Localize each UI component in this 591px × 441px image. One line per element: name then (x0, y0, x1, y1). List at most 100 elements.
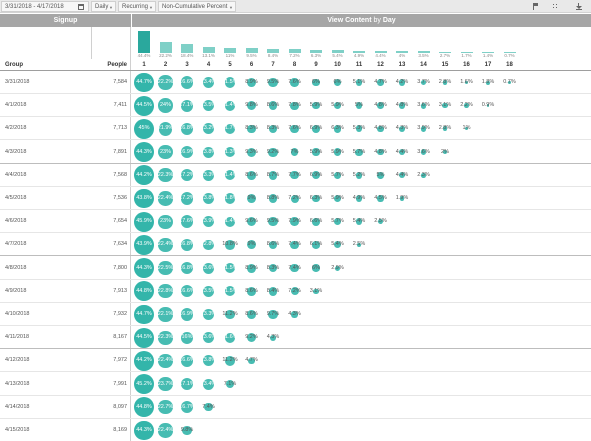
value-cell[interactable]: 5.3% (349, 117, 369, 140)
value-cell[interactable]: 5% (349, 94, 369, 117)
value-cell[interactable]: 9.3% (242, 141, 262, 164)
value-cell[interactable]: 1% (457, 117, 477, 140)
value-cell[interactable]: 11.6% (220, 326, 240, 349)
value-cell[interactable]: 22.7% (156, 396, 176, 419)
value-cell[interactable]: 8.9% (242, 257, 262, 280)
value-cell[interactable]: 16.8% (177, 233, 197, 256)
day-column-header[interactable]: 3 (181, 61, 193, 70)
value-cell[interactable]: 1.6% (457, 71, 477, 94)
value-cell[interactable]: 9.5% (263, 71, 283, 94)
value-cell[interactable]: 13.6% (199, 326, 219, 349)
value-cell[interactable]: 9.8% (242, 94, 262, 117)
value-cell[interactable]: 44.8% (134, 280, 154, 303)
value-cell[interactable]: 5.9% (328, 141, 348, 164)
value-cell[interactable]: 22.4% (156, 187, 176, 210)
value-cell[interactable]: 0.9% (478, 94, 498, 117)
day-column-header[interactable]: 10 (332, 61, 344, 70)
value-cell[interactable]: 8.3% (263, 117, 283, 140)
value-cell[interactable]: 9.2% (242, 326, 262, 349)
value-cell[interactable]: 6.9% (306, 164, 326, 187)
value-cell[interactable]: 4.8% (392, 94, 412, 117)
value-cell[interactable]: 5.4% (328, 233, 348, 256)
value-cell[interactable]: 23% (156, 210, 176, 233)
value-cell[interactable]: 2.3% (414, 164, 434, 187)
value-cell[interactable]: 7.8% (285, 94, 305, 117)
value-cell[interactable]: 2.2% (457, 94, 477, 117)
value-cell[interactable]: 8.4% (263, 280, 283, 303)
table-row[interactable]: 4/10/2018 7,932 44.7% 22.1% 16.9% 13.3% 11.2% 8… (0, 303, 591, 326)
value-cell[interactable]: 7.4% (199, 396, 219, 419)
value-cell[interactable]: 16.6% (177, 280, 197, 303)
value-cell[interactable]: 5.7% (328, 164, 348, 187)
value-cell[interactable]: 11.4% (220, 164, 240, 187)
day-column-header[interactable]: 8 (289, 61, 301, 70)
day-column-header[interactable]: 16 (461, 61, 473, 70)
value-cell[interactable]: 5% (371, 164, 391, 187)
value-cell[interactable]: 10.8% (220, 233, 240, 256)
value-cell[interactable]: 5.9% (328, 187, 348, 210)
value-cell[interactable]: 13.3% (199, 164, 219, 187)
value-cell[interactable]: 4.7% (242, 349, 262, 372)
value-cell[interactable]: 6.3% (306, 187, 326, 210)
value-cell[interactable]: 11.5% (220, 71, 240, 94)
value-cell[interactable]: 13.3% (199, 303, 219, 326)
value-cell[interactable]: 16% (177, 326, 197, 349)
day-column-header[interactable]: 1 (138, 61, 150, 70)
value-cell[interactable]: 13.8% (199, 141, 219, 164)
day-column-header[interactable]: 11 (353, 61, 365, 70)
value-cell[interactable]: 22.2% (156, 71, 176, 94)
value-cell[interactable]: 4.8% (371, 117, 391, 140)
table-row[interactable]: 4/12/2018 7,972 44.2% 22.4% 16.6% 13.8% 11.2% 4… (0, 349, 591, 373)
value-cell[interactable]: 11.8% (220, 187, 240, 210)
value-cell[interactable]: 5.9% (306, 141, 326, 164)
day-column-header[interactable]: 12 (375, 61, 387, 70)
value-cell[interactable]: 16.7% (177, 396, 197, 419)
value-cell[interactable]: 4.3% (392, 117, 412, 140)
value-cell[interactable]: 2.5% (349, 233, 369, 256)
table-row[interactable]: 4/14/2018 8,097 44.8% 22.7% 16.7% 7.4% (0, 396, 591, 419)
interval-dropdown[interactable]: Daily ▼ (91, 1, 116, 12)
value-cell[interactable]: 21.9% (156, 117, 176, 140)
value-cell[interactable]: 44.8% (134, 396, 154, 419)
value-cell[interactable]: 17.2% (177, 164, 197, 187)
value-cell[interactable]: 9.6% (242, 210, 262, 233)
value-cell[interactable]: 7.6% (285, 117, 305, 140)
value-cell[interactable]: 2.5% (371, 210, 391, 233)
day-column-header[interactable]: 18 (504, 61, 516, 70)
value-cell[interactable]: 44.5% (134, 326, 154, 349)
value-cell[interactable]: 7.4% (285, 257, 305, 280)
value-cell[interactable]: 8.6% (242, 164, 262, 187)
day-column-header[interactable]: 14 (418, 61, 430, 70)
value-cell[interactable]: 16.9% (177, 141, 197, 164)
table-row[interactable]: 4/8/2018 7,800 44.3% 22.5% 16.8% 13.6% 11.5% 8.… (0, 257, 591, 280)
value-cell[interactable]: 8.6% (263, 233, 283, 256)
value-cell[interactable]: 8.6% (242, 280, 262, 303)
value-cell[interactable]: 5.7% (349, 141, 369, 164)
value-cell[interactable]: 17.6% (177, 210, 197, 233)
value-cell[interactable]: 11.4% (220, 210, 240, 233)
value-cell[interactable]: 22.3% (156, 326, 176, 349)
value-cell[interactable]: 16.6% (177, 349, 197, 372)
value-cell[interactable]: 22.8% (156, 280, 176, 303)
value-cell[interactable]: 9.2% (263, 141, 283, 164)
value-cell[interactable]: 22.4% (156, 419, 176, 441)
value-cell[interactable]: 23.7% (156, 373, 176, 396)
value-cell[interactable]: 13.5% (199, 280, 219, 303)
people-column-header[interactable]: People (90, 61, 127, 70)
value-cell[interactable]: 13.2% (199, 117, 219, 140)
value-cell[interactable]: 13.8% (199, 349, 219, 372)
value-cell[interactable]: 4.8% (371, 141, 391, 164)
value-cell[interactable]: 5.7% (328, 210, 348, 233)
day-column-header[interactable]: 7 (267, 61, 279, 70)
value-cell[interactable]: 13.9% (199, 210, 219, 233)
value-cell[interactable]: 43.9% (134, 233, 154, 256)
value-cell[interactable]: 8.6% (263, 94, 283, 117)
percent-mode-dropdown[interactable]: Non-Cumulative Percent ▼ (158, 1, 236, 12)
value-cell[interactable]: 11.2% (220, 303, 240, 326)
value-cell[interactable]: 45.2% (134, 373, 154, 396)
table-row[interactable]: 3/31/2018 7,584 44.7% 22.2% 16.6% 13.4% 11.5% 8… (0, 71, 591, 94)
value-cell[interactable]: 44.5% (134, 94, 154, 117)
value-cell[interactable]: 22.4% (156, 233, 176, 256)
value-cell[interactable]: 11.5% (220, 257, 240, 280)
value-cell[interactable]: 3.6% (414, 141, 434, 164)
